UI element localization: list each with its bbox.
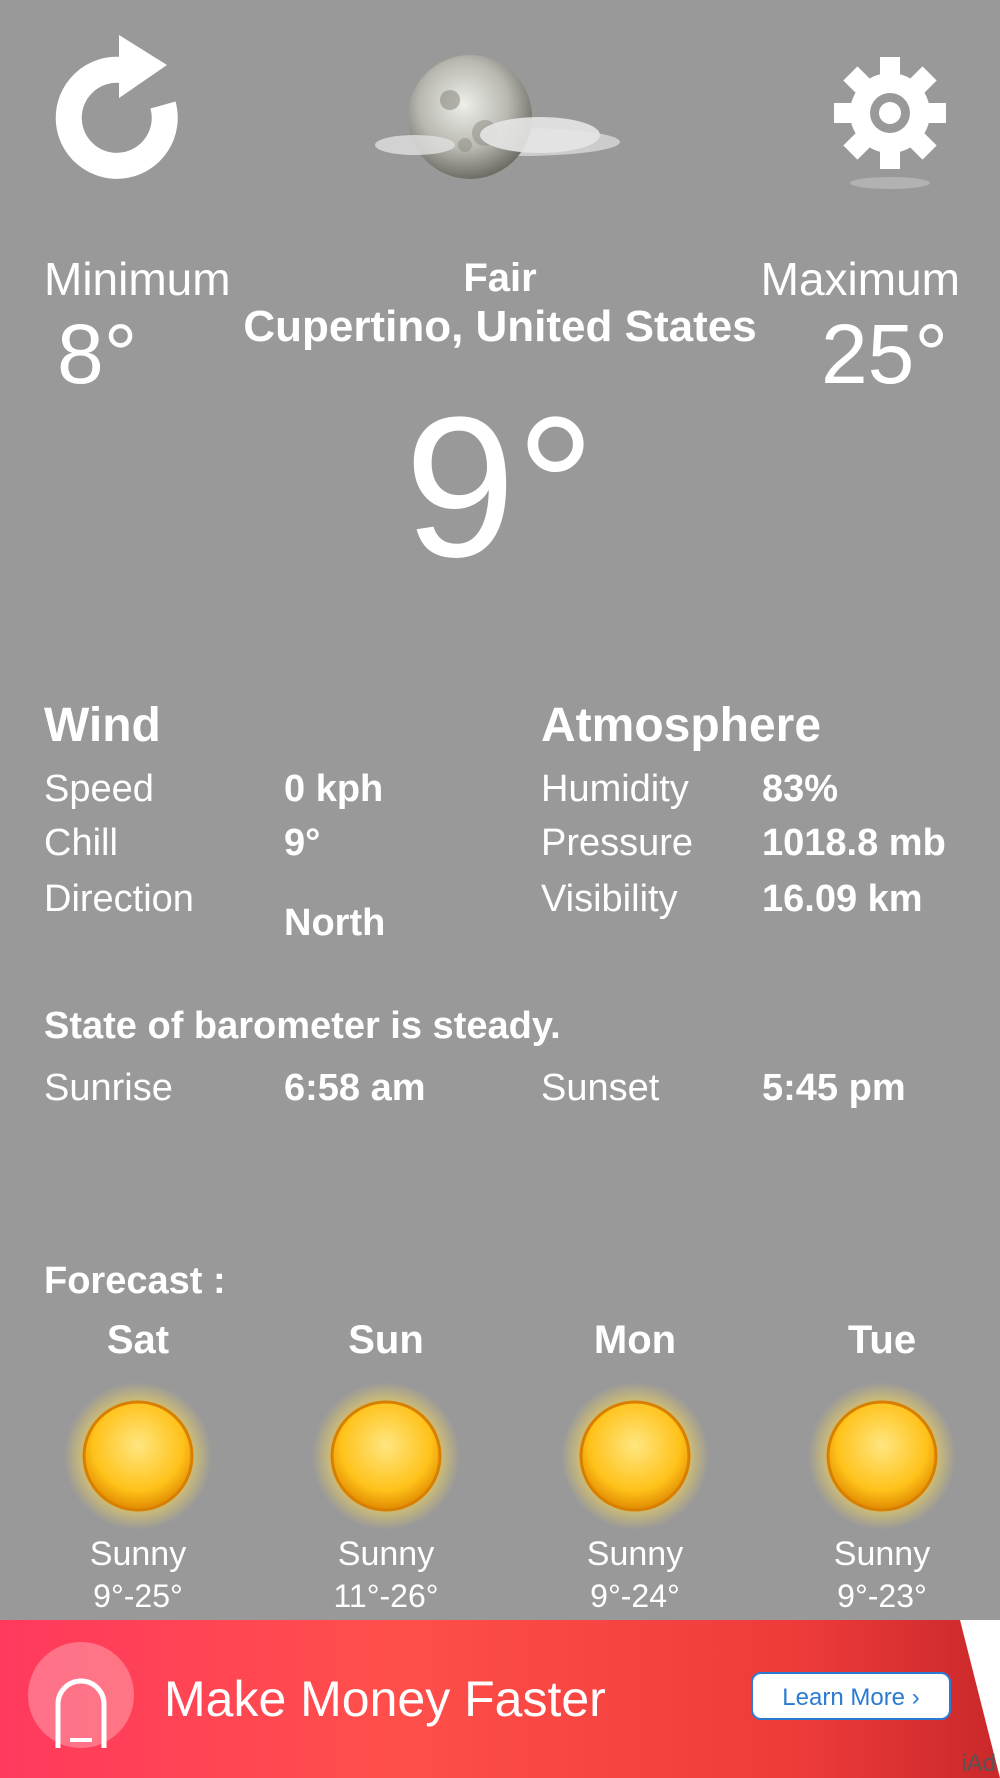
- forecast-day: Sun Sunny 11°-26°: [266, 1318, 506, 1615]
- settings-button[interactable]: [830, 55, 955, 195]
- ad-headline: Make Money Faster: [164, 1671, 606, 1727]
- wind-chill-label: Chill: [44, 822, 118, 864]
- humidity-label: Humidity: [541, 768, 689, 810]
- learn-more-button[interactable]: Learn More ›: [751, 1672, 951, 1720]
- forecast-day-name: Sat: [106, 1318, 170, 1362]
- pressure-value: 1018.8 mb: [762, 822, 946, 864]
- moon-cloud-icon: [370, 45, 630, 195]
- forecast-day: Mon Sunny 9°-24°: [515, 1318, 755, 1615]
- gear-icon: [834, 57, 946, 189]
- refresh-button[interactable]: [55, 30, 185, 180]
- visibility-label: Visibility: [541, 878, 678, 920]
- sunrise-label: Sunrise: [44, 1067, 173, 1109]
- visibility-value: 16.09 km: [762, 878, 923, 920]
- wind-heading: Wind: [44, 699, 161, 752]
- sunset-label: Sunset: [541, 1067, 660, 1109]
- wind-chill-value: 9°: [284, 822, 321, 864]
- touch-finger-icon: [28, 1642, 134, 1748]
- wind-direction-label: Direction: [44, 878, 194, 920]
- sun-icon: [311, 1381, 461, 1531]
- wind-direction-value: North: [284, 902, 386, 944]
- wind-speed-label: Speed: [44, 768, 154, 810]
- forecast-day-name: Mon: [593, 1318, 677, 1362]
- forecast-range: 9°-24°: [590, 1578, 680, 1614]
- forecast-heading: Forecast :: [44, 1260, 226, 1302]
- forecast-condition: Sunny: [833, 1535, 931, 1573]
- wind-speed-value: 0 kph: [284, 768, 384, 810]
- forecast-range: 9°-23°: [837, 1578, 927, 1614]
- forecast-day-name: Sun: [348, 1318, 424, 1362]
- location-title: Cupertino, United States: [243, 302, 757, 351]
- forecast-range: 9°-25°: [93, 1578, 183, 1614]
- sunrise-value: 6:58 am: [284, 1067, 426, 1109]
- forecast-range: 11°-26°: [333, 1578, 439, 1614]
- forecast-condition: Sunny: [586, 1535, 684, 1573]
- condition-text: Fair: [463, 256, 537, 300]
- iad-mark: iAd: [961, 1750, 996, 1777]
- sun-icon: [63, 1381, 213, 1531]
- forecast-condition: Sunny: [337, 1535, 435, 1573]
- ad-banner[interactable]: Make Money Faster Learn More › iAd: [0, 1620, 1000, 1778]
- pressure-label: Pressure: [541, 822, 694, 864]
- refresh-icon: [55, 35, 178, 179]
- sunset-value: 5:45 pm: [762, 1067, 906, 1109]
- forecast-day: Tue Sunny 9°-23°: [762, 1318, 1000, 1615]
- forecast-day-name: Tue: [847, 1318, 917, 1362]
- sun-icon: [560, 1381, 710, 1531]
- current-temperature: 9°: [404, 376, 596, 599]
- forecast-day: Sat Sunny 9°-25°: [18, 1318, 258, 1615]
- humidity-value: 83%: [762, 768, 839, 810]
- atmosphere-heading: Atmosphere: [541, 699, 822, 752]
- sun-icon: [807, 1381, 957, 1531]
- barometer-state: State of barometer is steady.: [44, 1005, 561, 1047]
- forecast-condition: Sunny: [89, 1535, 187, 1573]
